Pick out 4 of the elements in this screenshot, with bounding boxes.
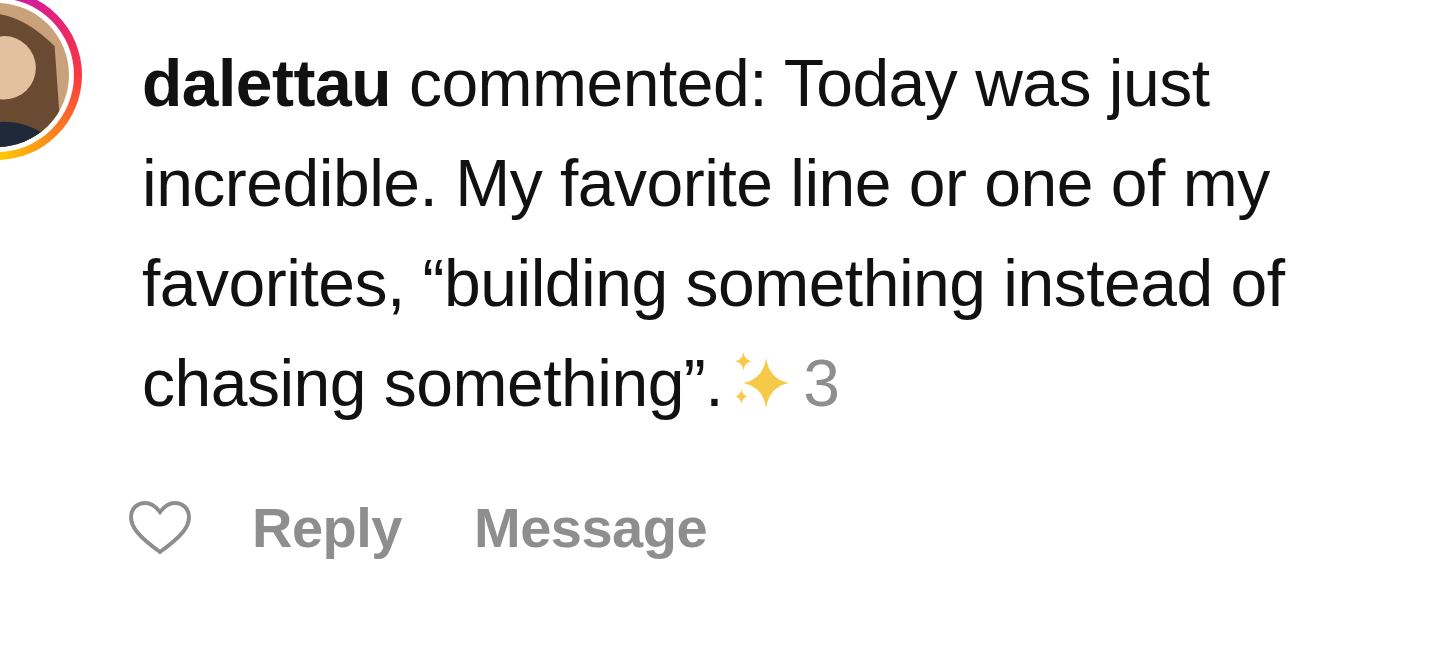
message-button[interactable]: Message bbox=[474, 495, 708, 560]
reply-button[interactable]: Reply bbox=[252, 495, 402, 560]
comment-text: dalettau commented: Today was just incredible. My favorite line or one of my favorites, “building something instead of chasing something”. 3 bbox=[142, 45, 1287, 422]
heart-icon[interactable] bbox=[128, 499, 192, 556]
